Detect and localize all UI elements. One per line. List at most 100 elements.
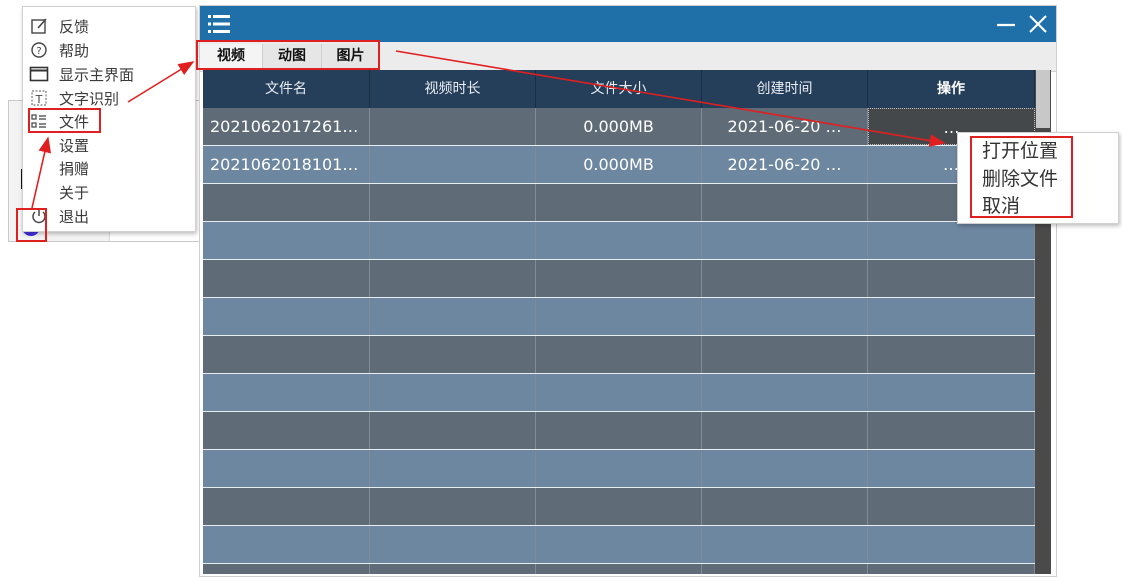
cell-empty [370, 336, 536, 373]
column-header-created[interactable]: 创建时间 [702, 70, 868, 108]
svg-text:?: ? [36, 46, 41, 57]
menu-item-show-main[interactable]: 显示主界面 [29, 63, 189, 85]
title-bar [200, 6, 1056, 42]
cell-empty [203, 184, 370, 221]
cell-empty [868, 450, 1035, 487]
tab-bar: 视频 动图 图片 [200, 42, 1056, 72]
cell-empty [203, 260, 370, 297]
file-table: 文件名 视频时长 文件大小 创建时间 操作 2021062017261… 0.0… [203, 70, 1035, 574]
table-row-empty [203, 336, 1035, 374]
close-icon[interactable] [1026, 12, 1050, 36]
cell-empty [536, 374, 702, 411]
cell-empty [203, 412, 370, 449]
tab-video[interactable]: 视频 [200, 44, 263, 69]
table-row-empty [203, 184, 1035, 222]
cell-empty [370, 222, 536, 259]
cell-empty [702, 222, 868, 259]
menu-item-exit[interactable]: 退出 [29, 205, 189, 227]
table-row-empty [203, 526, 1035, 564]
menu-item-label: 显示主界面 [59, 65, 135, 84]
cell-empty [370, 564, 536, 574]
cell-empty [536, 564, 702, 574]
menu-item-open-location[interactable]: 打开位置 [982, 138, 1058, 164]
cell-empty [370, 184, 536, 221]
cell-empty [536, 450, 702, 487]
cell-size: 0.000MB [536, 108, 702, 145]
scrollbar-thumb[interactable] [1036, 70, 1050, 128]
menu-item-label: 文件 [59, 112, 90, 131]
table-row-empty [203, 374, 1035, 412]
cell-empty [203, 526, 370, 563]
column-header-filename[interactable]: 文件名 [203, 70, 370, 108]
table-row-empty [203, 298, 1035, 336]
menu-item-delete-file[interactable]: 删除文件 [982, 166, 1058, 192]
cell-empty [702, 450, 868, 487]
cell-empty [702, 488, 868, 525]
edit-icon [29, 17, 49, 35]
cell-created: 2021-06-20 … [702, 108, 868, 145]
cell-empty [536, 260, 702, 297]
menu-item-label: 捐赠 [59, 159, 90, 178]
file-manager-window: 视频 动图 图片 文件名 视频时长 文件大小 创建时间 操作 202106201… [199, 5, 1057, 577]
cell-empty [702, 260, 868, 297]
menu-item-label: 设置 [59, 136, 90, 155]
table-row[interactable]: 2021062018101… 0.000MB 2021-06-20 … … [203, 146, 1035, 184]
cell-empty [868, 412, 1035, 449]
cell-empty [536, 526, 702, 563]
menu-item-label: 反馈 [59, 17, 90, 36]
cell-empty [868, 374, 1035, 411]
cell-size: 0.000MB [536, 146, 702, 183]
cell-filename: 2021062017261… [203, 108, 370, 145]
menu-item-feedback[interactable]: 反馈 [29, 15, 189, 37]
cell-empty [370, 298, 536, 335]
menu-item-files[interactable]: 文件 [29, 110, 189, 132]
column-header-action[interactable]: 操作 [868, 70, 1035, 108]
menu-item-donate[interactable]: 捐赠 [29, 157, 189, 179]
window-icon [29, 65, 49, 83]
cell-empty [868, 298, 1035, 335]
cell-empty [868, 526, 1035, 563]
help-circle-icon: ? [29, 41, 49, 59]
cell-empty [702, 298, 868, 335]
menu-item-label: 关于 [59, 183, 90, 202]
table-row-empty [203, 450, 1035, 488]
hamburger-menu-icon[interactable] [206, 11, 232, 37]
blank-icon [29, 136, 49, 154]
cell-empty [370, 488, 536, 525]
cell-empty [868, 222, 1035, 259]
cell-empty [203, 336, 370, 373]
cell-duration [370, 108, 536, 145]
cell-empty [536, 336, 702, 373]
tray-context-menu: 反馈 ? 帮助 显示主界面 T 文字识别 文件 设置 捐赠 关于 退出 [22, 6, 196, 232]
menu-item-label: 文字识别 [59, 89, 120, 108]
file-list-icon [29, 112, 49, 130]
minimize-icon[interactable] [994, 12, 1018, 36]
cell-empty [536, 184, 702, 221]
cell-empty [370, 374, 536, 411]
column-header-size[interactable]: 文件大小 [536, 70, 702, 108]
column-header-duration[interactable]: 视频时长 [370, 70, 536, 108]
menu-item-about[interactable]: 关于 [29, 181, 189, 203]
tab-image[interactable]: 图片 [322, 44, 380, 69]
table-row[interactable]: 2021062017261… 0.000MB 2021-06-20 … … [203, 108, 1035, 146]
menu-item-label: 退出 [59, 207, 90, 226]
cell-empty [702, 564, 868, 574]
cell-empty [203, 564, 370, 574]
menu-item-settings[interactable]: 设置 [29, 134, 189, 156]
text-recognition-icon: T [29, 89, 49, 107]
table-row-empty [203, 488, 1035, 526]
cell-empty [702, 374, 868, 411]
menu-item-cancel[interactable]: 取消 [982, 193, 1020, 219]
table-row-empty [203, 564, 1035, 574]
cell-empty [868, 564, 1035, 574]
svg-text:T: T [35, 93, 43, 106]
cell-empty [203, 298, 370, 335]
cell-empty [702, 184, 868, 221]
cell-empty [702, 526, 868, 563]
menu-item-help[interactable]: ? 帮助 [29, 39, 189, 61]
cell-empty [536, 222, 702, 259]
tab-gif[interactable]: 动图 [263, 44, 322, 69]
menu-item-ocr[interactable]: T 文字识别 [29, 87, 189, 109]
cell-empty [702, 336, 868, 373]
cell-empty [370, 526, 536, 563]
